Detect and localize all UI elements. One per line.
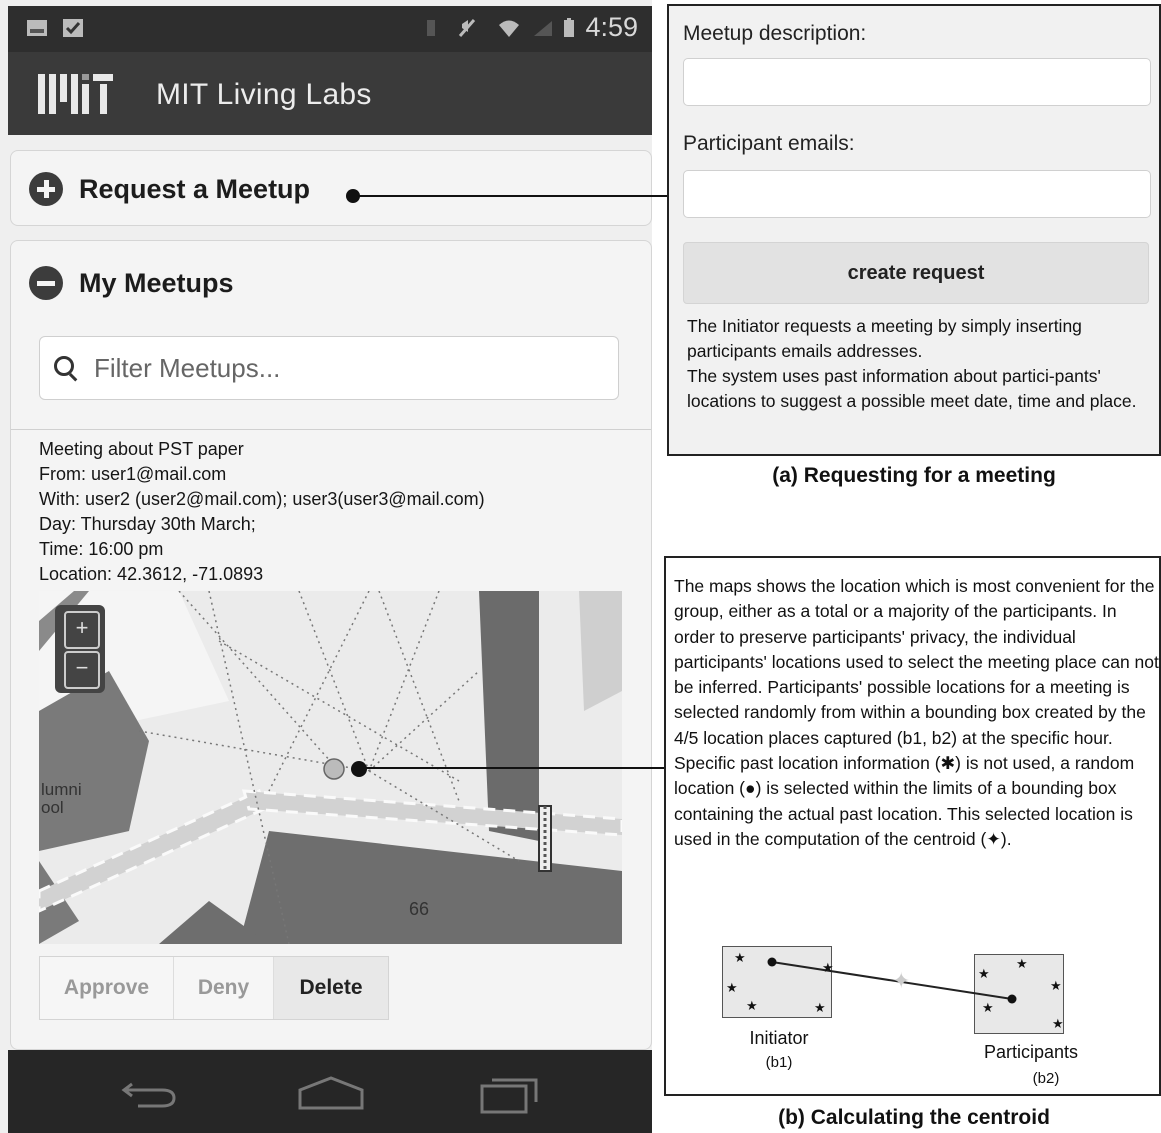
initiator-label: Initiator — [749, 1028, 809, 1048]
caption-a: (a) Requesting for a meeting — [772, 464, 1056, 487]
request-explanation: The Initiator requests a meeting by simp… — [687, 316, 1137, 411]
participant-emails-input[interactable] — [683, 170, 1151, 218]
emails-label: Participant emails: — [683, 132, 855, 155]
svg-text:★: ★ — [726, 981, 738, 996]
meetup-description-input[interactable] — [683, 58, 1151, 106]
centroid-diagram: ✦ ★ ★ ★ ★ ★ ★ ★ ★ ★ ★ — [726, 951, 1064, 1032]
svg-text:★: ★ — [978, 967, 990, 982]
svg-text:★: ★ — [982, 1001, 994, 1016]
svg-text:★: ★ — [1050, 979, 1062, 994]
participants-sub-label: (b2) — [1032, 1070, 1060, 1087]
caption-b: (b) Calculating the centroid — [778, 1106, 1050, 1129]
centroid-star-icon: ✦ — [892, 969, 910, 994]
participants-label: Participants — [983, 1042, 1079, 1062]
centroid-explanation-panel: The maps shows the location which is mos… — [664, 556, 1161, 1096]
request-form-panel: Meetup description: Participant emails: … — [667, 4, 1161, 456]
description-label: Meetup description: — [683, 22, 867, 45]
svg-text:★: ★ — [746, 999, 758, 1014]
svg-text:★: ★ — [1016, 957, 1028, 972]
svg-text:★: ★ — [822, 961, 834, 976]
create-request-button[interactable]: create request — [683, 242, 1149, 304]
svg-text:★: ★ — [1052, 1017, 1064, 1032]
initiator-sub-label: (b1) — [765, 1054, 793, 1071]
svg-text:★: ★ — [814, 1001, 826, 1016]
svg-text:★: ★ — [734, 951, 746, 966]
